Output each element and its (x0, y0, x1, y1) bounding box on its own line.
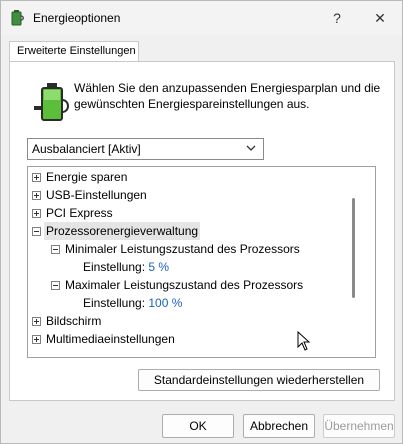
settings-panel: Wählen Sie den anzupassenden Energiespar… (9, 61, 395, 401)
settings-tree[interactable]: Energie sparen USB-Einstellungen PCI Exp… (27, 166, 376, 358)
expand-icon[interactable] (32, 191, 41, 200)
tab-label: Erweiterte Einstellungen (17, 45, 136, 57)
setting-label: Einstellung: (83, 260, 149, 274)
tree-item-label: Prozessorenergieverwaltung (44, 222, 201, 240)
chevron-down-icon (246, 145, 256, 151)
scrollbar-thumb[interactable] (352, 198, 355, 298)
tree-item-label: USB-Einstellungen (46, 188, 147, 202)
cancel-button[interactable]: Abbrechen (243, 414, 315, 438)
tree-item-min-setting[interactable]: Einstellung: 5 % (83, 258, 169, 276)
collapse-icon[interactable] (51, 281, 60, 290)
tree-item-label: Minimaler Leistungszustand des Prozessor… (65, 242, 300, 256)
tree-item-label: Multimediaeinstellungen (46, 332, 175, 346)
collapse-icon[interactable] (32, 227, 41, 236)
power-plan-value: Ausbalanciert [Aktiv] (32, 142, 141, 156)
apply-button[interactable]: Übernehmen (323, 414, 395, 438)
expand-icon[interactable] (32, 209, 41, 218)
power-plan-select[interactable]: Ausbalanciert [Aktiv] (27, 138, 264, 160)
tree-item-label: Maximaler Leistungszustand des Prozessor… (65, 278, 304, 292)
tab-advanced-settings[interactable]: Erweiterte Einstellungen (9, 41, 139, 62)
expand-icon[interactable] (32, 335, 41, 344)
tree-item-label: PCI Express (46, 206, 113, 220)
help-icon: ? (333, 10, 341, 26)
ok-button[interactable]: OK (162, 414, 234, 438)
expand-icon[interactable] (32, 173, 41, 182)
setting-label: Einstellung: (83, 296, 149, 310)
battery-icon (34, 83, 69, 121)
energy-options-window: Energieoptionen ? ✕ Erweiterte Einstellu… (0, 0, 403, 444)
tree-item-processor-power[interactable]: Prozessorenergieverwaltung (32, 222, 232, 240)
close-button[interactable]: ✕ (357, 1, 403, 35)
tree-item-label: Energie sparen (46, 170, 128, 184)
setting-value[interactable]: 5 % (148, 260, 169, 274)
close-icon: ✕ (374, 9, 386, 26)
description-text: Wählen Sie den anzupassenden Energiespar… (74, 81, 381, 111)
window-title: Energieoptionen (33, 11, 121, 25)
expand-icon[interactable] (32, 317, 41, 326)
help-button[interactable]: ? (314, 1, 360, 35)
collapse-icon[interactable] (51, 245, 60, 254)
tree-item-label: Bildschirm (46, 314, 102, 328)
title-bar: Energieoptionen ? ✕ (1, 1, 402, 35)
setting-value[interactable]: 100 % (148, 296, 182, 310)
mouse-cursor-icon (297, 331, 311, 351)
tree-item-max-setting[interactable]: Einstellung: 100 % (83, 294, 182, 312)
restore-defaults-button[interactable]: Standardeinstellungen wiederherstellen (138, 369, 380, 391)
battery-plug-icon (11, 10, 24, 26)
